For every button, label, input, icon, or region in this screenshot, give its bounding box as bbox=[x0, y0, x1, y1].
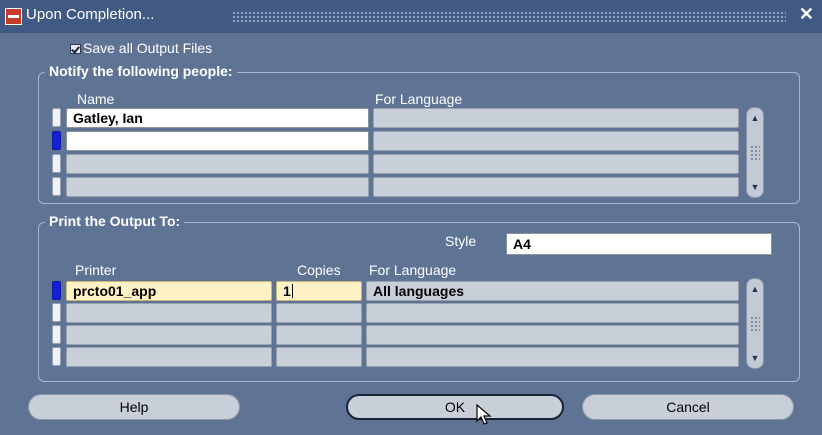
col-header-copies: Copies bbox=[297, 262, 341, 278]
text-caret bbox=[291, 284, 293, 298]
scroll-up-icon[interactable]: ▲ bbox=[750, 112, 760, 124]
style-field[interactable]: A4 bbox=[506, 233, 772, 255]
save-all-output-label[interactable]: Save all Output Files bbox=[83, 40, 212, 56]
for-language-field[interactable] bbox=[373, 131, 739, 151]
ok-button[interactable]: OK bbox=[346, 394, 564, 420]
scroll-thumb[interactable] bbox=[750, 315, 760, 332]
window-title: Upon Completion... bbox=[26, 6, 155, 23]
for-language-field[interactable] bbox=[366, 325, 739, 345]
record-indicator-current[interactable] bbox=[52, 131, 61, 150]
scroll-down-icon[interactable]: ▼ bbox=[750, 181, 760, 193]
record-indicator[interactable] bbox=[52, 154, 61, 173]
notify-group-title: Notify the following people: bbox=[45, 63, 237, 79]
notify-scrollbar[interactable]: ▲ ▼ bbox=[746, 107, 764, 198]
scroll-thumb[interactable] bbox=[750, 144, 760, 161]
style-label: Style bbox=[445, 233, 477, 249]
col-header-for-language: For Language bbox=[369, 262, 457, 278]
record-indicator[interactable] bbox=[52, 108, 61, 127]
name-field[interactable]: Gatley, Ian bbox=[66, 108, 369, 128]
cancel-button[interactable]: Cancel bbox=[582, 394, 794, 420]
title-drag-grip[interactable] bbox=[232, 11, 786, 22]
scroll-down-icon[interactable]: ▼ bbox=[750, 352, 760, 364]
for-language-field[interactable] bbox=[373, 108, 739, 128]
scroll-up-icon[interactable]: ▲ bbox=[750, 283, 760, 295]
close-icon[interactable]: ✕ bbox=[799, 4, 814, 25]
record-indicator[interactable] bbox=[52, 177, 61, 196]
name-field[interactable] bbox=[66, 154, 369, 174]
printer-field[interactable] bbox=[66, 325, 272, 345]
printer-field[interactable] bbox=[66, 303, 272, 323]
for-language-field[interactable] bbox=[373, 154, 739, 174]
copies-field[interactable] bbox=[276, 347, 362, 367]
title-bar[interactable]: Upon Completion... ✕ bbox=[0, 0, 822, 33]
record-indicator[interactable] bbox=[52, 303, 61, 322]
printer-field[interactable] bbox=[66, 347, 272, 367]
for-language-field[interactable] bbox=[373, 177, 739, 197]
name-field[interactable] bbox=[66, 177, 369, 197]
record-indicator[interactable] bbox=[52, 325, 61, 344]
mouse-pointer-icon bbox=[476, 404, 492, 425]
print-scrollbar[interactable]: ▲ ▼ bbox=[746, 278, 764, 369]
save-all-output-checkbox[interactable] bbox=[70, 44, 81, 54]
printer-field[interactable]: prcto01_app bbox=[66, 281, 272, 301]
copies-field[interactable] bbox=[276, 303, 362, 323]
print-group-title: Print the Output To: bbox=[45, 213, 185, 229]
help-button[interactable]: Help bbox=[28, 394, 240, 420]
record-indicator[interactable] bbox=[52, 347, 61, 366]
for-language-field[interactable] bbox=[366, 347, 739, 367]
col-header-name: Name bbox=[77, 91, 115, 107]
for-language-field[interactable]: All languages bbox=[366, 281, 739, 301]
oracle-forms-icon bbox=[5, 8, 22, 25]
copies-field[interactable] bbox=[276, 325, 362, 345]
for-language-field[interactable] bbox=[366, 303, 739, 323]
record-indicator-current[interactable] bbox=[52, 281, 61, 300]
name-field[interactable] bbox=[66, 131, 369, 151]
col-header-for-language: For Language bbox=[375, 91, 463, 107]
upon-completion-dialog: Upon Completion... ✕ Save all Output Fil… bbox=[0, 0, 822, 435]
copies-field[interactable]: 1 bbox=[276, 281, 362, 301]
col-header-printer: Printer bbox=[75, 262, 117, 278]
